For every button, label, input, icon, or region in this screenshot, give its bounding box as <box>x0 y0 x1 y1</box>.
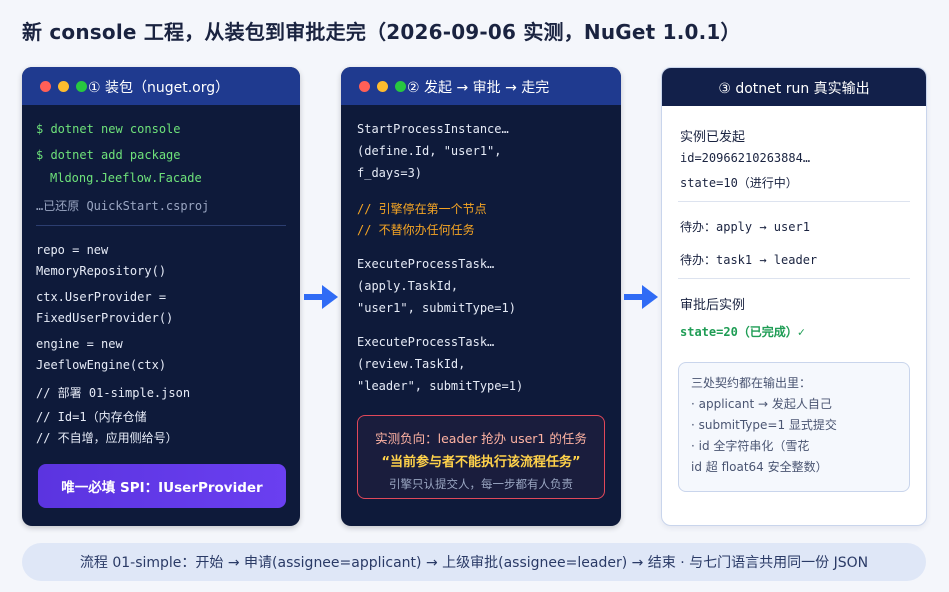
contract-note: 三处契约都在输出里： · applicant → 发起人自己 · submitT… <box>678 362 910 492</box>
negative-test-warning: 实测负向：leader 抢办 user1 的任务 “当前参与者不能执行该流程任务… <box>357 415 605 499</box>
arrow-right-icon <box>304 285 338 309</box>
panel1-divider <box>36 225 286 226</box>
arrow-right-icon <box>624 285 658 309</box>
code-line: (apply.TaskId, <box>357 279 459 293</box>
code-line: f_days=3) <box>357 166 423 180</box>
code-comment: // 不自增，应用侧给号） <box>36 431 178 445</box>
code-line: StartProcessInstance… <box>357 122 509 136</box>
spi-requirement-badge: 唯一必填 SPI：IUserProvider <box>38 464 286 508</box>
code-line: engine = new <box>36 337 123 351</box>
todo-apply: 待办：apply → user1 <box>680 220 810 234</box>
code-line: (define.Id, "user1", <box>357 144 502 158</box>
code-comment: // Id=1（内存仓储 <box>36 410 147 424</box>
instance-state: state=10（进行中） <box>680 176 798 190</box>
warning-line-1: 实测负向：leader 抢办 user1 的任务 <box>375 431 587 446</box>
final-state: state=20（已完成）✓ <box>680 325 806 339</box>
minimize-dot-icon <box>58 81 69 92</box>
cmd-add-package: $ dotnet add package <box>36 148 181 162</box>
code-line: FixedUserProvider() <box>36 311 174 325</box>
page-title: 新 console 工程，从装包到审批走完（2026-09-06 实测，NuGe… <box>22 20 741 44</box>
code-comment: // 引擎停在第一个节点 <box>357 202 487 216</box>
code-line: ctx.UserProvider = <box>36 290 167 304</box>
maximize-dot-icon <box>395 81 406 92</box>
after-approval-label: 审批后实例 <box>680 298 746 313</box>
code-line: (review.TaskId, <box>357 357 466 371</box>
output-divider <box>678 201 910 202</box>
close-dot-icon <box>40 81 51 92</box>
minimize-dot-icon <box>377 81 388 92</box>
note-item: · applicant → 发起人自己 <box>691 397 832 411</box>
warning-line-3: 引擎只认提交人，每一步都有人负责 <box>389 477 573 491</box>
flow-summary-bar: 流程 01-simple：开始 → 申请(assignee=applicant)… <box>22 543 926 581</box>
cmd-new-console: $ dotnet new console <box>36 122 181 136</box>
package-name: Mldong.Jeeflow.Facade <box>50 171 202 185</box>
restore-status: …已还原 QuickStart.csproj <box>36 199 210 213</box>
output-panel: ③ dotnet run 真实输出 实例已发起 id=2096621026388… <box>661 67 927 526</box>
code-line: MemoryRepository() <box>36 264 167 278</box>
install-panel: ① 装包（nuget.org） $ dotnet new console $ d… <box>22 67 300 526</box>
note-item: · id 全字符串化（雪花 <box>691 439 810 453</box>
note-heading: 三处契约都在输出里： <box>691 376 812 390</box>
started-label: 实例已发起 <box>680 130 746 145</box>
code-comment: // 部署 01-simple.json <box>36 386 191 400</box>
todo-task1: 待办：task1 → leader <box>680 253 818 267</box>
approval-panel-title: ② 发起 → 审批 → 走完 <box>407 80 550 96</box>
install-panel-title: ① 装包（nuget.org） <box>88 80 230 96</box>
close-dot-icon <box>359 81 370 92</box>
maximize-dot-icon <box>76 81 87 92</box>
output-panel-header: ③ dotnet run 真实输出 <box>662 68 926 106</box>
code-line: "leader", submitType=1) <box>357 379 524 393</box>
code-line: ExecuteProcessTask… <box>357 257 495 271</box>
code-line: "user1", submitType=1) <box>357 301 516 315</box>
install-panel-header: ① 装包（nuget.org） <box>22 67 300 105</box>
instance-id: id=20966210263884… <box>680 151 811 165</box>
code-comment: // 不替你办任何任务 <box>357 223 475 237</box>
note-item: · submitType=1 显式提交 <box>691 418 837 432</box>
code-line: repo = new <box>36 243 109 257</box>
approval-panel: ② 发起 → 审批 → 走完 StartProcessInstance… (de… <box>341 67 621 526</box>
approval-panel-header: ② 发起 → 审批 → 走完 <box>341 67 621 105</box>
output-panel-title: ③ dotnet run 真实输出 <box>718 81 870 97</box>
warning-line-2: “当前参与者不能执行该流程任务” <box>381 455 581 470</box>
code-line: JeeflowEngine(ctx) <box>36 358 167 372</box>
output-divider <box>678 278 910 279</box>
note-item: id 超 float64 安全整数） <box>691 460 828 474</box>
code-line: ExecuteProcessTask… <box>357 335 495 349</box>
